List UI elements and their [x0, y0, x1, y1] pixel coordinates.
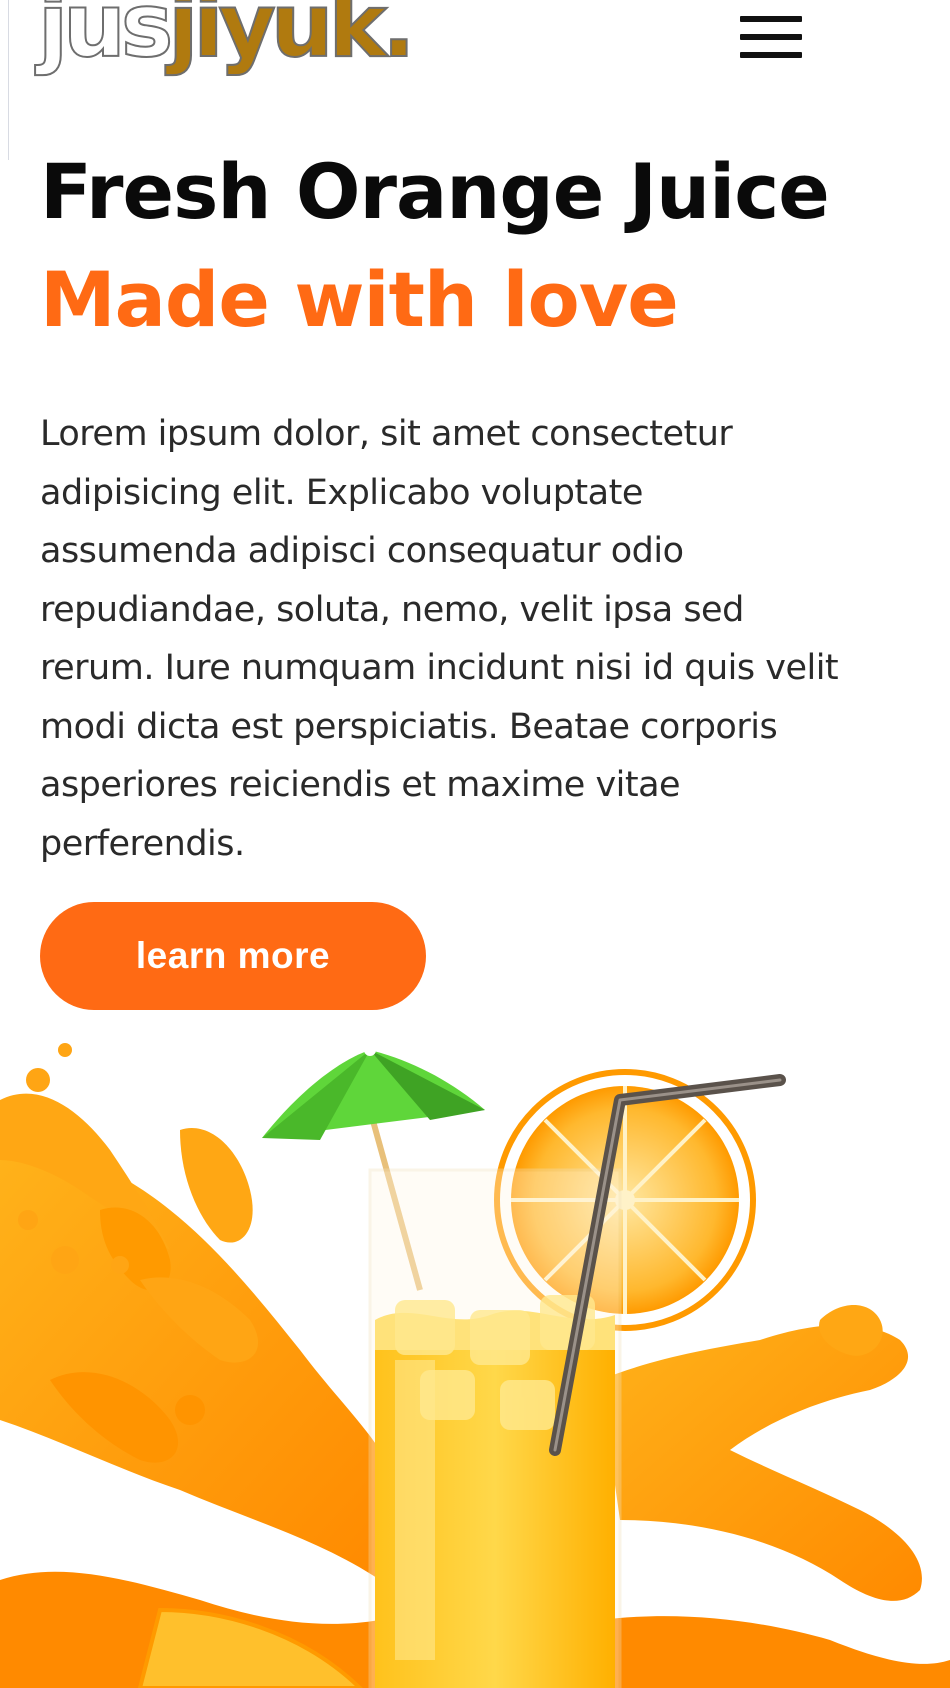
hamburger-menu-icon[interactable]	[736, 12, 806, 68]
orange-juice-illustration	[0, 1020, 950, 1688]
logo-dot: .	[381, 0, 417, 77]
menu-bar-bottom	[740, 52, 802, 58]
site-header: jusjiyuk.	[0, 0, 950, 160]
landing-page: jusjiyuk. Fresh Orange Juice Made with l…	[0, 0, 950, 1688]
logo-part-jiyuk: jiyuk	[167, 0, 388, 77]
menu-bar-top	[740, 16, 802, 22]
header-edge-line	[8, 0, 9, 160]
hero-description: Lorem ipsum dolor, sit amet consectetur …	[40, 414, 839, 864]
hero-title: Fresh Orange Juice	[40, 147, 830, 236]
orange-juice-image	[0, 1043, 950, 1688]
brand-logo[interactable]: jusjiyuk.	[37, 0, 417, 71]
logo-part-jus: jus	[37, 0, 174, 77]
menu-bar-middle	[740, 34, 802, 40]
hero-subtitle: Made with love	[40, 255, 679, 344]
learn-more-button[interactable]: learn more	[40, 902, 426, 1010]
